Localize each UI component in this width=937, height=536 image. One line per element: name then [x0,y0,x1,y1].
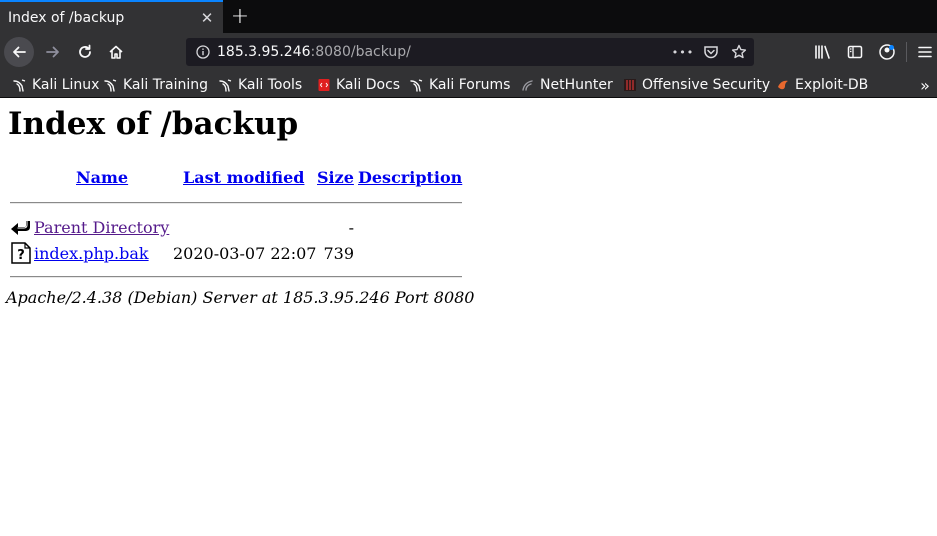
url-path: :8080/backup/ [310,44,411,60]
menu-button[interactable] [910,37,937,67]
kali-dragon-icon [13,78,27,92]
bookmark-label: Exploit-DB [795,77,869,93]
site-info-icon[interactable] [189,39,217,65]
file-size: 739 [323,244,354,263]
url-host: 185.3.95.246 [217,44,311,60]
sidebar-button[interactable] [840,37,870,67]
bookmark-kali-tools[interactable]: Kali Tools [219,74,302,96]
toolbar-separator [906,42,907,62]
home-button[interactable] [101,37,131,67]
table-row: Parent Directory - [8,216,468,240]
bookmark-exploit-db[interactable]: Exploit-DB [776,74,868,96]
page-title: Index of /backup [8,106,299,142]
file-modified-date: 2020-03-07 22:07 [173,244,317,263]
forward-arrow-icon [46,46,59,58]
exploitdb-icon [776,78,790,92]
bookmark-kali-forums[interactable]: Kali Forums [410,74,510,96]
url-text: 185.3.95.246:8080/backup/ [217,44,669,60]
file-size: - [348,218,354,237]
back-arrow-icon [10,216,32,238]
active-tab[interactable]: Index of /backup ✕ [0,0,223,33]
close-tab-icon[interactable]: ✕ [197,8,217,28]
page-actions-button[interactable]: ••• [669,39,697,65]
nethunter-icon [521,78,535,92]
new-tab-button[interactable]: + [228,4,252,29]
library-button[interactable] [808,37,838,67]
sort-by-description-link[interactable]: Description [358,168,462,187]
more-icon: ••• [671,45,695,59]
kali-dragon-icon [410,78,424,92]
pocket-button[interactable] [697,39,725,65]
page-content: Index of /backup Name Last modified Size… [0,98,937,536]
sidebar-icon [847,45,863,59]
bookmark-label: Offensive Security [642,77,771,93]
server-signature: Apache/2.4.38 (Debian) Server at 185.3.9… [6,288,475,307]
pocket-icon [704,46,718,59]
bookmark-star-button[interactable] [725,39,753,65]
table-row: ? index.php.bak 2020-03-07 22:07 739 [8,242,468,266]
sort-by-name-link[interactable]: Name [76,168,128,187]
bookmark-kali-docs[interactable]: Kali Docs [317,74,400,96]
parent-directory-link[interactable]: Parent Directory [34,218,169,237]
forward-button[interactable] [38,37,68,67]
bookmark-nethunter[interactable]: NetHunter [521,74,613,96]
file-link-index-php-bak[interactable]: index.php.bak [34,244,149,263]
bookmark-label: Kali Forums [429,77,511,93]
back-arrow-icon [13,46,26,58]
divider-top [10,202,462,204]
hamburger-icon [918,46,932,58]
bookmark-label: NetHunter [540,77,613,93]
kali-dragon-icon [104,78,118,92]
reload-button[interactable] [70,37,100,67]
kali-docs-icon [317,78,331,92]
home-icon [109,45,123,59]
bookmarks-overflow-button[interactable]: » [915,74,935,96]
reload-icon [79,44,91,58]
bookmark-kali-training[interactable]: Kali Training [104,74,208,96]
star-icon [731,44,747,59]
kali-dragon-icon [219,78,233,92]
account-button[interactable] [872,37,902,67]
bookmark-label: Kali Linux [32,77,100,93]
back-button[interactable] [4,37,34,67]
tab-bar: Index of /backup ✕ + [0,0,937,33]
sort-by-last-modified-link[interactable]: Last modified [183,168,304,187]
bookmark-offensive-security[interactable]: Offensive Security [623,74,770,96]
tab-title: Index of /backup [8,9,125,26]
unknown-file-icon: ? [10,242,32,264]
bookmark-label: Kali Training [123,77,208,93]
bookmark-label: Kali Docs [336,77,401,93]
offsec-icon [623,78,637,92]
bookmark-label: Kali Tools [238,77,303,93]
bookmark-kali-linux[interactable]: Kali Linux [13,74,99,96]
bookmarks-toolbar: Kali Linux Kali Training Kali Tools Kali… [0,71,937,98]
sort-by-size-link[interactable]: Size [317,168,354,187]
svg-text:?: ? [17,248,25,263]
account-icon [879,44,895,60]
address-bar[interactable]: 185.3.95.246:8080/backup/ ••• [186,38,754,66]
navigation-toolbar: 185.3.95.246:8080/backup/ ••• [0,33,937,71]
divider-bottom [10,276,462,278]
library-icon [815,45,830,59]
